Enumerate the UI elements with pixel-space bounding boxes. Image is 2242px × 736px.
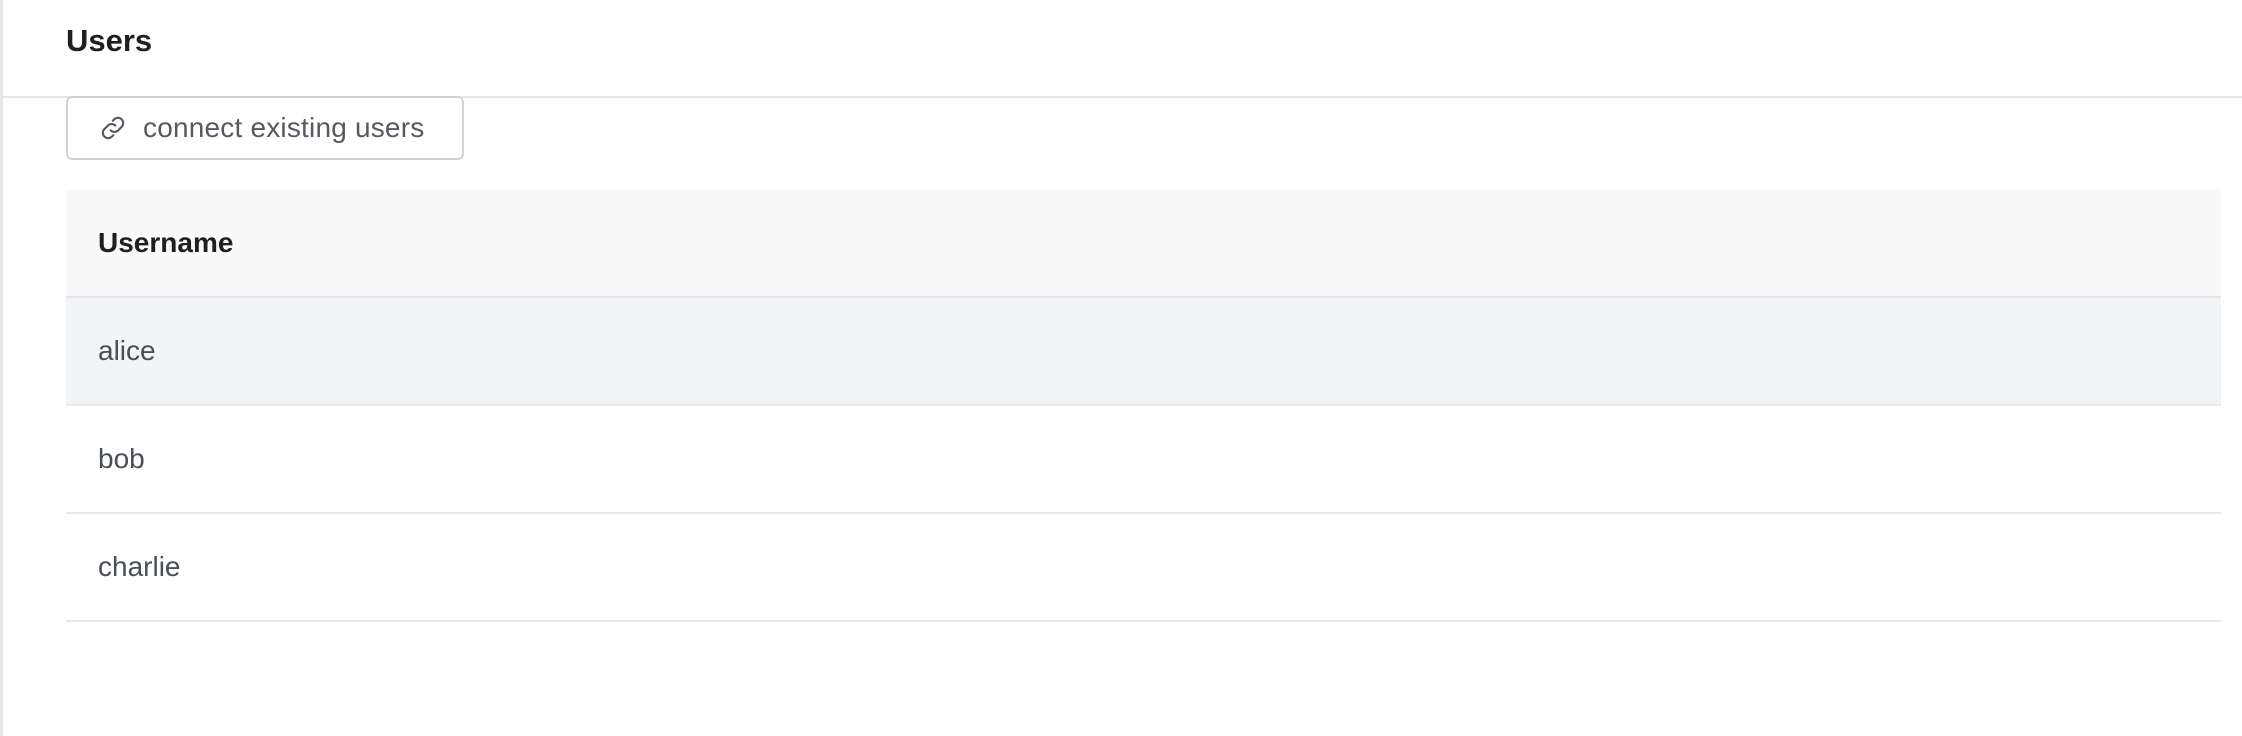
page-header: Users [3, 0, 2242, 98]
table-row[interactable]: bob [66, 406, 2221, 514]
table-row[interactable]: alice [66, 298, 2221, 406]
column-header-username[interactable]: Username [98, 227, 233, 259]
link-icon [99, 114, 127, 142]
table-row[interactable]: charlie [66, 514, 2221, 622]
users-page: Users connect existing users Username al… [0, 0, 2242, 736]
username-cell: bob [98, 443, 145, 474]
connect-button-label: connect existing users [143, 112, 425, 143]
page-title: Users [66, 23, 153, 58]
users-table: Username alice bob charlie [66, 190, 2221, 622]
username-cell: alice [98, 335, 156, 366]
username-cell: charlie [98, 551, 181, 582]
table-header: Username [66, 190, 2221, 298]
connect-existing-users-button[interactable]: connect existing users [66, 96, 464, 160]
